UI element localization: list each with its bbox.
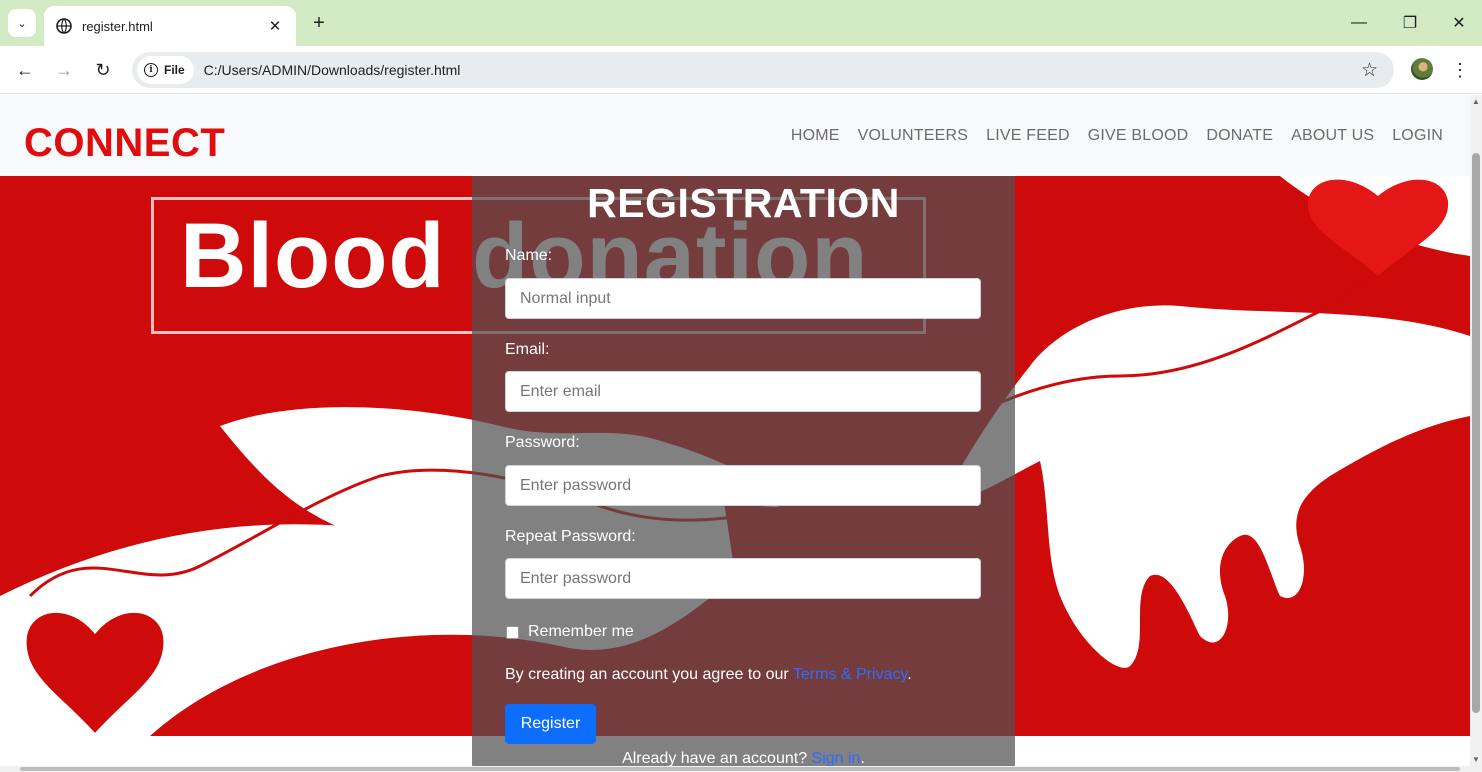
site-info-chip[interactable]: i File (137, 56, 194, 84)
tab-search-button[interactable]: ⌄ (8, 9, 36, 37)
url-text[interactable]: C:/Users/ADMIN/Downloads/register.html (204, 62, 1361, 78)
nav-home[interactable]: HOME (791, 127, 840, 145)
reload-button[interactable]: ↻ (89, 56, 117, 84)
browser-toolbar: ← → ↻ i File C:/Users/ADMIN/Downloads/re… (0, 46, 1482, 94)
nav-donate[interactable]: DONATE (1206, 127, 1273, 145)
bookmark-star-icon[interactable]: ☆ (1361, 59, 1378, 82)
brand-logo[interactable]: CONNECT (24, 121, 225, 166)
signin-suffix: . (860, 750, 865, 767)
browser-menu-icon[interactable]: ⋮ (1451, 56, 1469, 84)
name-input[interactable] (505, 278, 981, 319)
password-input[interactable] (505, 465, 981, 506)
file-chip-label: File (164, 63, 185, 77)
new-tab-button[interactable]: + (306, 10, 332, 36)
scroll-up-icon[interactable]: ▲ (1472, 97, 1480, 106)
restore-button[interactable]: ❐ (1397, 10, 1423, 36)
registration-form: REGISTRATION Name: Email: Password: Repe… (472, 176, 1015, 772)
nav-live-feed[interactable]: LIVE FEED (986, 127, 1070, 145)
vertical-scroll-thumb[interactable] (1472, 153, 1480, 713)
horizontal-scroll-thumb[interactable] (20, 767, 1460, 771)
info-icon: i (144, 63, 158, 77)
close-window-button[interactable]: ✕ (1446, 10, 1472, 36)
terms-text: By creating an account you agree to our … (505, 666, 912, 684)
form-title: REGISTRATION (587, 180, 900, 226)
scroll-down-icon[interactable]: ▼ (1472, 755, 1480, 764)
name-label: Name: (505, 247, 553, 264)
vertical-scrollbar[interactable]: ▲ ▼ (1470, 95, 1482, 772)
profile-avatar[interactable] (1411, 58, 1433, 80)
terms-prefix: By creating an account you agree to our (505, 666, 793, 683)
globe-icon (56, 18, 72, 34)
forward-button[interactable]: → (50, 56, 78, 84)
browser-tabstrip: ⌄ register.html ✕ + — ❐ ✕ (0, 0, 1482, 46)
tab-title: register.html (82, 18, 153, 34)
browser-tab[interactable]: register.html ✕ (44, 6, 296, 46)
remember-me-row: Remember me (506, 623, 634, 641)
nav-volunteers[interactable]: VOLUNTEERS (858, 127, 968, 145)
email-label: Email: (505, 341, 550, 358)
password-label: Password: (505, 434, 580, 451)
sign-in-link[interactable]: Sign in (812, 750, 861, 767)
terms-suffix: . (907, 666, 912, 683)
remember-me-checkbox[interactable] (506, 625, 519, 639)
page-viewport: CONNECT HOME VOLUNTEERS LIVE FEED GIVE B… (0, 95, 1470, 772)
repeat-password-input[interactable] (505, 558, 981, 599)
back-button[interactable]: ← (11, 56, 39, 84)
nav-about-us[interactable]: ABOUT US (1291, 127, 1374, 145)
address-bar[interactable]: i File C:/Users/ADMIN/Downloads/register… (132, 52, 1394, 88)
tab-close-icon[interactable]: ✕ (266, 17, 284, 35)
remember-me-label[interactable]: Remember me (528, 623, 634, 641)
email-input[interactable] (505, 371, 981, 412)
nav-menu: HOME VOLUNTEERS LIVE FEED GIVE BLOOD DON… (791, 127, 1443, 145)
site-navbar: CONNECT HOME VOLUNTEERS LIVE FEED GIVE B… (0, 95, 1470, 176)
minimize-button[interactable]: — (1346, 10, 1372, 36)
signin-prefix: Already have an account? (622, 750, 812, 767)
nav-give-blood[interactable]: GIVE BLOOD (1088, 127, 1189, 145)
nav-login[interactable]: LOGIN (1392, 127, 1443, 145)
terms-privacy-link[interactable]: Terms & Privacy (793, 666, 907, 683)
register-button[interactable]: Register (505, 704, 596, 744)
repeat-password-label: Repeat Password: (505, 528, 636, 545)
horizontal-scrollbar[interactable] (0, 766, 1470, 772)
